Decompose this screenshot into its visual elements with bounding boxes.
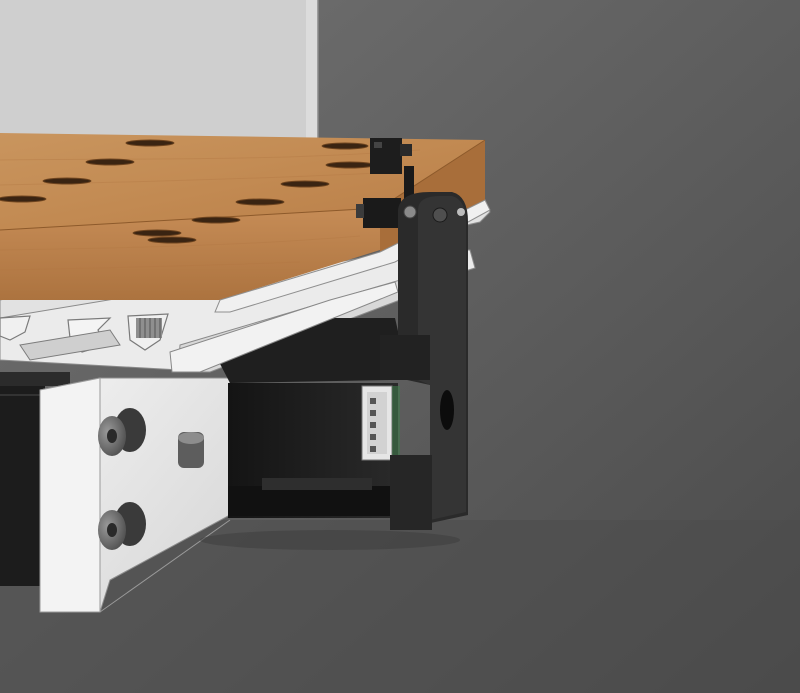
- cad-render-scene: [0, 0, 800, 693]
- back-panel-edge: [306, 0, 318, 140]
- motor-mount-plate: [380, 335, 430, 380]
- bracket-shadow: [200, 530, 460, 550]
- hole: [325, 161, 375, 169]
- threaded-rod-end: [136, 318, 162, 338]
- bracket-bolt-3: [457, 208, 465, 216]
- hole: [147, 236, 197, 244]
- left-motor-stack: [0, 386, 45, 586]
- hole: [191, 216, 241, 224]
- gantry-plate-bevel: [39, 377, 101, 613]
- bracket-bolt-1: [403, 205, 417, 219]
- bracket-bolt-2: [432, 207, 448, 223]
- hole: [280, 180, 330, 188]
- hole: [321, 142, 369, 150]
- standoff-3: [178, 432, 204, 468]
- bracket-hole: [440, 390, 454, 430]
- hole: [85, 158, 135, 166]
- render-canvas: [0, 0, 800, 693]
- hole: [132, 229, 182, 237]
- hole: [235, 198, 285, 206]
- left-dark-gap: [0, 372, 70, 386]
- hole: [0, 195, 47, 203]
- back-panel: [0, 0, 310, 140]
- motor-mount-lower: [390, 455, 432, 530]
- hole: [42, 177, 92, 185]
- hole: [125, 139, 175, 147]
